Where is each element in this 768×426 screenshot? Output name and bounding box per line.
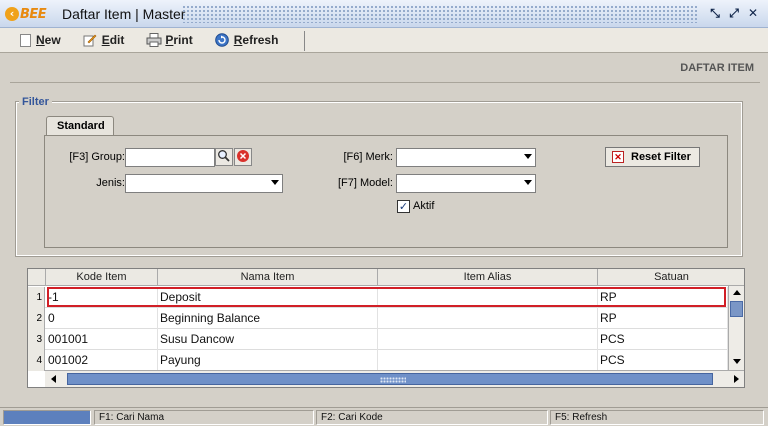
status-f5: F5: Refresh [550,410,764,425]
header-divider [10,82,760,83]
bee-logo-icon: ‹ [5,7,19,21]
scroll-down-icon[interactable] [733,359,741,364]
status-f1: F1: Cari Nama [94,410,314,425]
main-panel: DAFTAR ITEM Filter Standard [F3] Group: … [2,54,766,406]
selected-row-highlight [47,287,726,307]
group-clear-icon[interactable] [234,148,252,166]
edit-button-label: Edit [101,33,125,47]
refresh-button[interactable]: Refresh [214,33,279,47]
tab-standard[interactable]: Standard [46,116,114,136]
refresh-icon [214,33,229,47]
model-label: [F7] Model: [337,177,393,189]
print-button[interactable]: Print [146,33,193,47]
cell-nama-item: Payung [158,350,378,371]
column-header-kode-item[interactable]: Kode Item [46,269,158,286]
jenis-label: Jenis: [96,177,125,189]
maximize-icon[interactable]: ⤢ [727,6,741,20]
chevron-down-icon [524,154,532,159]
group-input[interactable] [125,148,215,167]
new-document-icon [20,33,31,47]
toolbar: New Edit Print Refresh [0,28,768,53]
group-search-icon[interactable] [215,148,233,166]
window-title: Daftar Item | Master [62,6,186,22]
reset-x-icon: ✕ [612,151,624,163]
group-label: [F3] Group: [69,151,125,163]
cell-kode-item: 0 [46,308,158,329]
merk-select[interactable] [396,148,536,167]
cell-item-alias [378,308,598,329]
table-row[interactable]: 3 001001 Susu Dancow PCS [28,329,728,350]
horizontal-scroll-thumb[interactable] [67,373,713,385]
cell-satuan: RP [598,308,728,329]
page-title: DAFTAR ITEM [680,62,754,74]
cell-nama-item: Susu Dancow [158,329,378,350]
edit-pencil-icon [83,33,97,47]
grid-corner [28,269,46,286]
edit-button[interactable]: Edit [83,33,125,47]
reset-filter-button[interactable]: ✕ Reset Filter [605,147,700,167]
scroll-up-icon[interactable] [733,290,741,295]
close-icon[interactable]: ✕ [746,6,760,20]
column-header-nama-item[interactable]: Nama Item [158,269,378,286]
cell-nama-item: Beginning Balance [158,308,378,329]
vertical-scrollbar[interactable] [728,286,744,370]
cell-satuan: PCS [598,350,728,371]
new-button-label: New [36,33,61,47]
status-progress [3,410,91,425]
model-select[interactable] [396,174,536,193]
cell-kode-item: 001002 [46,350,158,371]
cell-kode-item: 001001 [46,329,158,350]
scroll-right-icon[interactable] [734,375,739,383]
row-number: 3 [28,329,45,350]
chevron-down-icon [271,180,279,185]
grid-header: Kode Item Nama Item Item Alias Satuan [28,269,744,286]
reset-filter-label: Reset Filter [631,151,691,163]
column-header-item-alias[interactable]: Item Alias [378,269,598,286]
toolbar-separator [304,31,305,51]
cell-satuan: PCS [598,329,728,350]
title-bar-texture [182,5,698,23]
aktif-checkbox[interactable]: ✓ [397,200,410,213]
table-row[interactable]: 4 001002 Payung PCS [28,350,728,371]
vertical-scroll-thumb[interactable] [730,301,743,317]
logo-text: BEE [20,6,47,22]
new-button[interactable]: New [20,33,61,47]
status-bar: F1: Cari Nama F2: Cari Kode F5: Refresh [0,407,768,426]
cell-item-alias [378,350,598,371]
row-number: 4 [28,350,45,371]
aktif-label: Aktif [413,200,435,212]
refresh-button-label: Refresh [233,33,279,47]
scroll-left-icon[interactable] [51,375,56,383]
restore-icon[interactable]: ⤡ [708,6,722,20]
printer-icon [146,33,162,47]
cell-item-alias [378,329,598,350]
column-header-satuan[interactable]: Satuan [598,269,744,286]
table-row[interactable]: 2 0 Beginning Balance RP [28,308,728,329]
app-logo: ‹ BEE [5,6,47,22]
horizontal-scrollbar[interactable] [45,370,744,387]
row-number: 1 [28,287,45,308]
status-f2: F2: Cari Kode [316,410,548,425]
merk-label: [F6] Merk: [343,151,393,163]
title-bar: ‹ BEE Daftar Item | Master ⤡ ⤢ ✕ [0,0,768,28]
filter-legend: Filter [19,96,52,108]
print-button-label: Print [165,33,193,47]
chevron-down-icon [524,180,532,185]
item-grid: Kode Item Nama Item Item Alias Satuan 1 … [27,268,745,388]
jenis-select[interactable] [125,174,283,193]
row-number: 2 [28,308,45,329]
